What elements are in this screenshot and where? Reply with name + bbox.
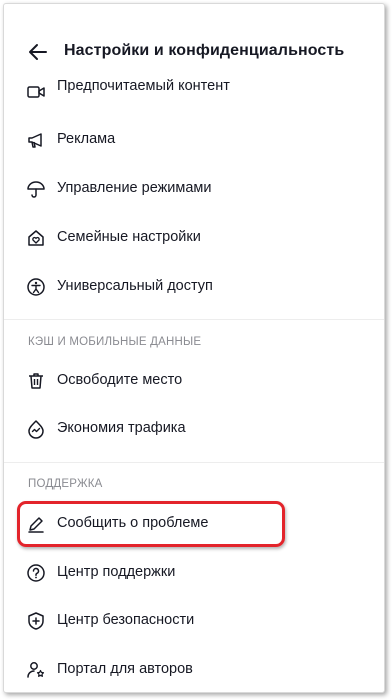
list-item-label: Управление режимами: [57, 180, 212, 196]
data-saver-icon: [26, 419, 46, 439]
list-item-label: Освободите место: [57, 372, 183, 388]
list-item-preferred-content[interactable]: Предпочитаемый контент: [4, 68, 384, 116]
umbrella-icon: [26, 179, 46, 199]
list-item-creator-portal[interactable]: Портал для авторов: [4, 646, 384, 692]
list-item-label: Семейные настройки: [57, 229, 201, 245]
family-home-icon: [26, 228, 46, 248]
list-item-safety-center[interactable]: Центр безопасности: [4, 597, 384, 645]
question-circle-icon: [26, 563, 46, 583]
divider: [4, 319, 384, 320]
list-item-modes[interactable]: Управление режимами: [4, 165, 384, 213]
section-header-cache: КЭШ И МОБИЛЬНЫЕ ДАННЫЕ: [28, 336, 202, 348]
list-item-ads[interactable]: Реклама: [4, 116, 384, 164]
shield-plus-icon: [26, 611, 46, 631]
arrow-left-icon: [29, 44, 47, 60]
list-item-accessibility[interactable]: Универсальный доступ: [4, 263, 384, 311]
accessibility-icon: [26, 277, 46, 297]
video-icon: [26, 82, 46, 102]
list-item-label: Центр безопасности: [57, 612, 195, 628]
list-item-label: Экономия трафика: [57, 420, 186, 436]
back-button[interactable]: [26, 40, 50, 64]
screenshot-frame: Настройки и конфиденциальность Предпочит…: [3, 3, 385, 693]
highlight-box: [17, 501, 285, 547]
list-item-label: Предпочитаемый контент: [57, 78, 230, 94]
megaphone-icon: [26, 130, 46, 150]
trash-icon: [26, 371, 46, 391]
section-header-support: ПОДДЕРЖКА: [28, 478, 103, 490]
list-item-label: Портал для авторов: [57, 661, 193, 677]
list-item-label: Универсальный доступ: [57, 278, 213, 294]
divider: [4, 462, 384, 463]
creator-icon: [26, 660, 46, 680]
list-item-free-space[interactable]: Освободите место: [4, 357, 384, 405]
list-item-help-center[interactable]: Центр поддержки: [4, 549, 384, 597]
list-item-label: Центр поддержки: [57, 564, 176, 580]
list-item-data-saver[interactable]: Экономия трафика: [4, 405, 384, 453]
list-item-label: Реклама: [57, 131, 116, 147]
list-item-family[interactable]: Семейные настройки: [4, 214, 384, 262]
page-title: Настройки и конфиденциальность: [64, 42, 345, 59]
